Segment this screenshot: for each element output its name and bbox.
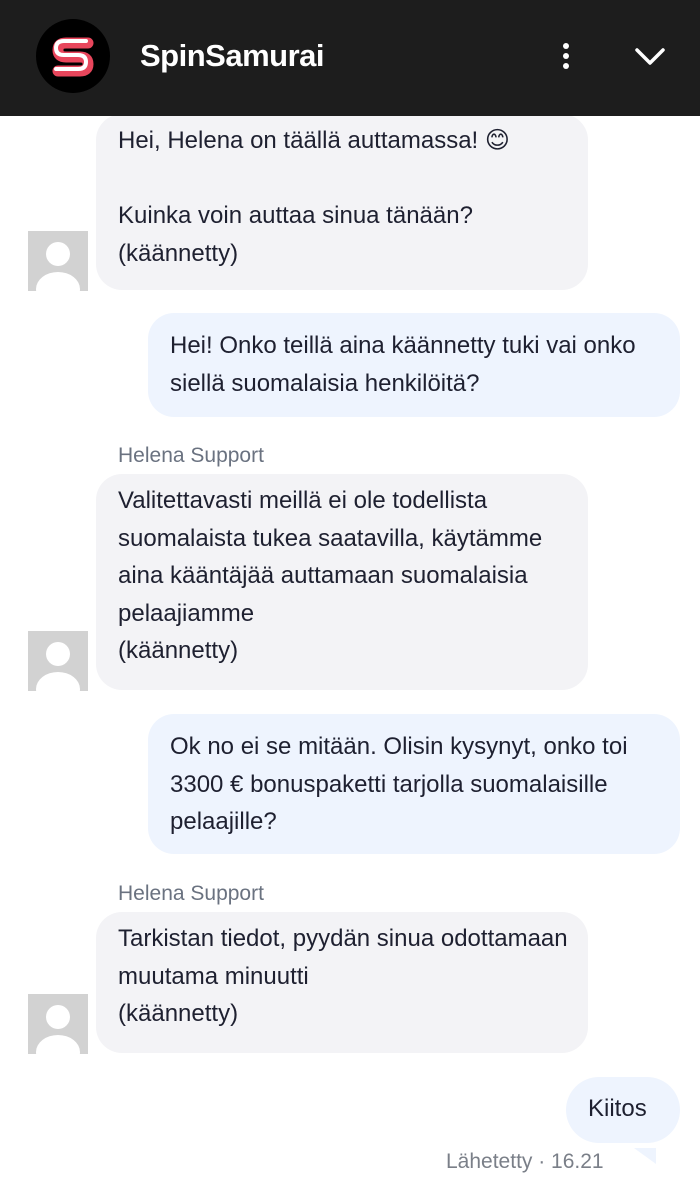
spin-samurai-logo-icon: [36, 19, 110, 93]
message-status: Lähetetty · 16.21: [446, 1150, 604, 1173]
agent-message-bubble: Hei, Helena on täällä auttamassa! 😊 Kuin…: [96, 116, 588, 290]
agent-avatar: [28, 231, 88, 291]
more-vertical-icon-dot: [563, 63, 569, 69]
chat-header: SpinSamurai: [0, 0, 700, 116]
chevron-down-icon: [635, 48, 665, 65]
message-list[interactable]: Hei, Helena on täällä auttamassa! 😊 Kuin…: [0, 116, 700, 1202]
more-options-button[interactable]: [548, 36, 584, 76]
user-message-bubble: Hei! Onko teillä aina käännetty tuki vai…: [148, 313, 680, 417]
agent-message-bubble: Tarkistan tiedot, pyydän sinua odottamaa…: [96, 912, 588, 1053]
collapse-chat-button[interactable]: [626, 36, 674, 76]
sender-name: Helena Support: [118, 882, 264, 905]
agent-avatar: [28, 631, 88, 691]
user-message-bubble: Ok no ei se mitään. Olisin kysynyt, onko…: [148, 714, 680, 854]
user-message-bubble: Kiitos: [566, 1077, 680, 1143]
more-vertical-icon-dot: [563, 53, 569, 59]
bubble-tail-icon: [634, 1148, 656, 1164]
agent-avatar: [28, 994, 88, 1054]
more-vertical-icon: [563, 43, 569, 49]
agent-message-bubble: Valitettavasti meillä ei ole todellista …: [96, 474, 588, 690]
app-title: SpinSamurai: [140, 38, 325, 73]
sender-name: Helena Support: [118, 444, 264, 467]
